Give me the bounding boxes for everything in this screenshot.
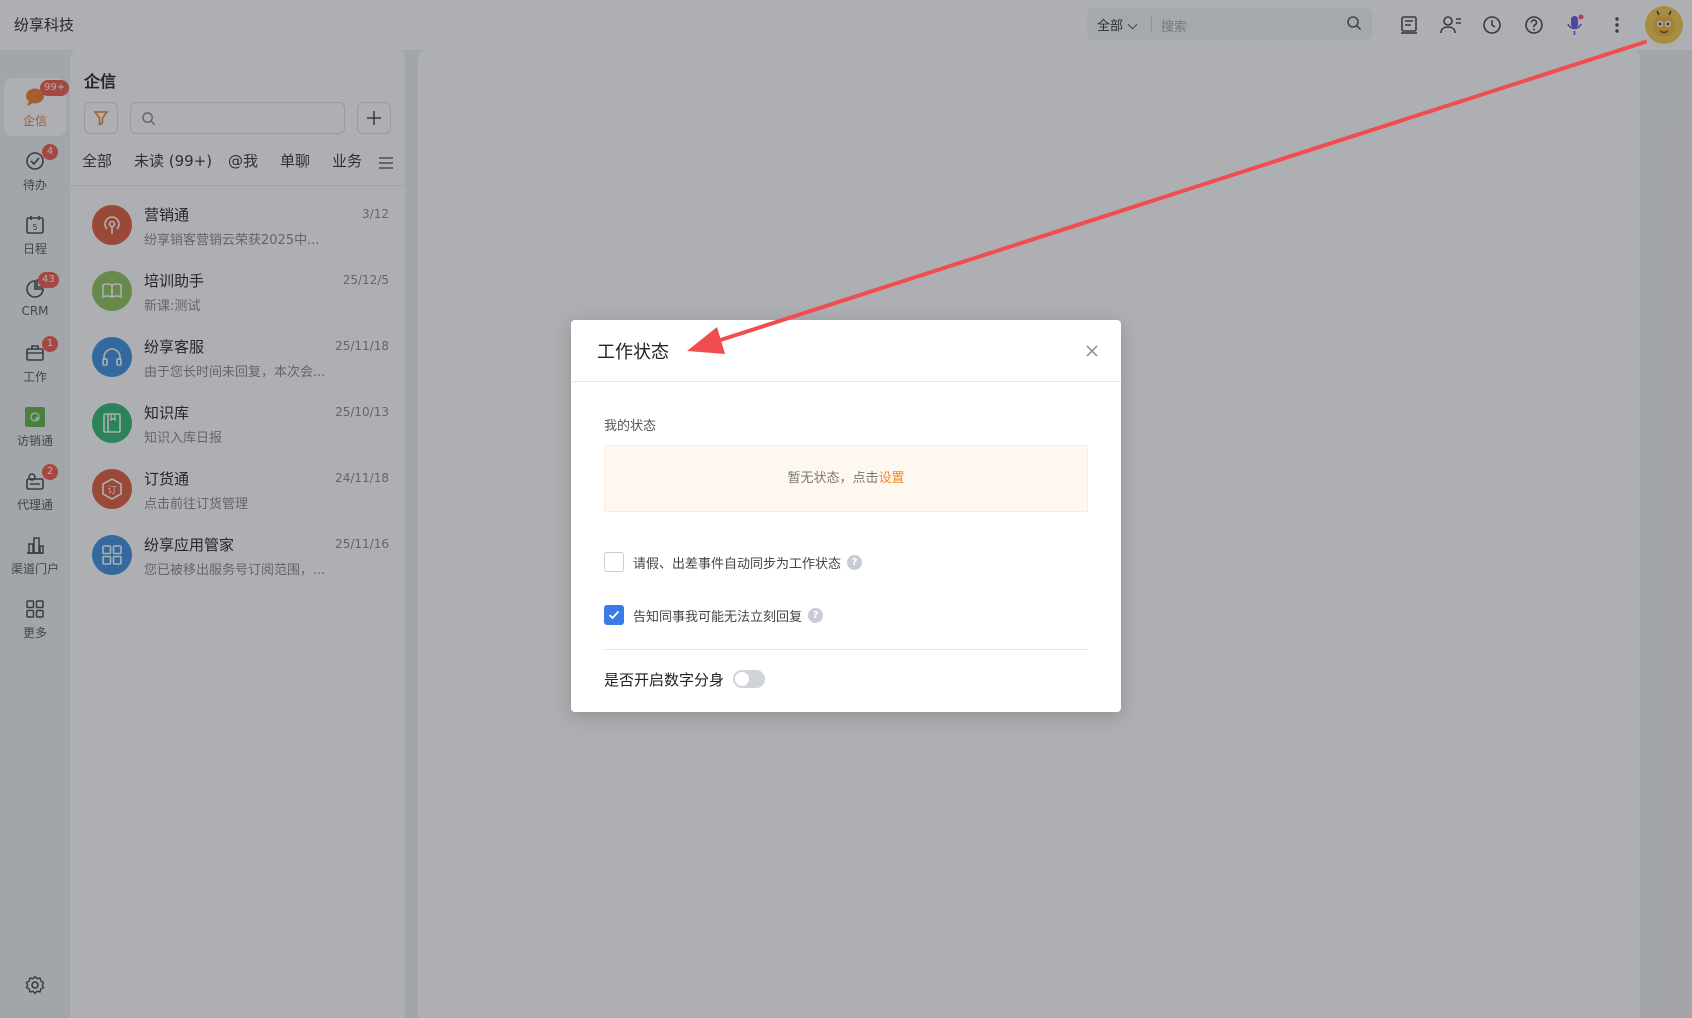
digital-human-toggle[interactable]: [733, 670, 766, 688]
question-icon[interactable]: ?: [808, 607, 824, 623]
my-status-label: 我的状态: [604, 419, 657, 434]
auto-sync-option[interactable]: 请假、出差事件自动同步为工作状态 ?: [604, 551, 863, 573]
auto-sync-checkbox[interactable]: [604, 552, 624, 572]
digital-human-row: 是否开启数字分身: [604, 668, 766, 690]
close-icon[interactable]: [1083, 342, 1101, 360]
set-status-link[interactable]: 设置: [879, 471, 905, 486]
toggle-knob: [735, 672, 750, 686]
digital-human-label: 是否开启数字分身: [604, 670, 725, 689]
auto-sync-label: 请假、出差事件自动同步为工作状态: [633, 556, 842, 572]
dialog-title: 工作状态: [597, 342, 669, 363]
status-empty-box: 暂无状态，点击设置: [604, 445, 1088, 512]
notify-colleagues-label: 告知同事我可能无法立刻回复: [633, 609, 803, 625]
question-icon[interactable]: ?: [847, 554, 863, 570]
status-empty-text: 暂无状态，点击: [787, 471, 879, 486]
divider: [571, 381, 1121, 382]
notify-colleagues-option[interactable]: 告知同事我可能无法立刻回复 ?: [604, 604, 824, 626]
notify-colleagues-checkbox[interactable]: [604, 605, 624, 625]
divider: [604, 649, 1088, 650]
work-status-dialog: 工作状态 我的状态 暂无状态，点击设置 请假、出差事件自动同步为工作状态 ? 告…: [571, 320, 1121, 712]
checkmark-icon: [608, 610, 620, 620]
